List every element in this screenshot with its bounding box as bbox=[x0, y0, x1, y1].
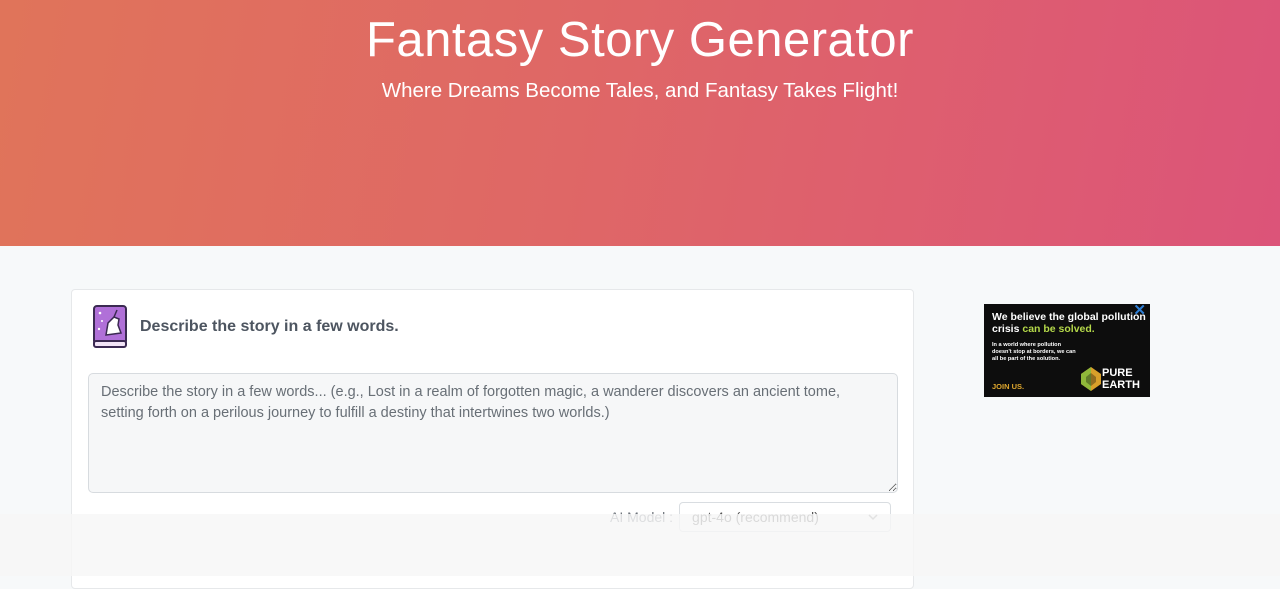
ad-cta: JOIN US. bbox=[992, 382, 1025, 391]
page-subtitle: Where Dreams Become Tales, and Fantasy T… bbox=[381, 79, 899, 102]
ad-headline: We believe the global pollution crisis c… bbox=[992, 311, 1148, 335]
ad-brand-line1: PURE bbox=[1102, 367, 1133, 379]
form-header: Describe the story in a few words. bbox=[92, 305, 399, 349]
form-heading: Describe the story in a few words. bbox=[140, 318, 399, 335]
story-description-input[interactable] bbox=[88, 373, 898, 493]
hero-banner: Fantasy Story Generator Where Dreams Bec… bbox=[0, 0, 1280, 246]
book-icon bbox=[93, 305, 127, 348]
ad-body-text: In a world where pollution doesn't stop … bbox=[992, 342, 1076, 362]
ad-brand: PURE EARTH bbox=[1102, 367, 1140, 391]
page-title: Fantasy Story Generator bbox=[365, 13, 914, 67]
advertisement-banner[interactable]: ✕ We believe the global pollution crisis… bbox=[984, 304, 1150, 397]
ad-headline-highlight: can be solved. bbox=[1022, 323, 1095, 335]
pure-earth-logo-icon bbox=[1081, 367, 1101, 391]
bottom-fade-overlay bbox=[0, 514, 1280, 576]
ad-brand-line2: EARTH bbox=[1102, 379, 1140, 391]
